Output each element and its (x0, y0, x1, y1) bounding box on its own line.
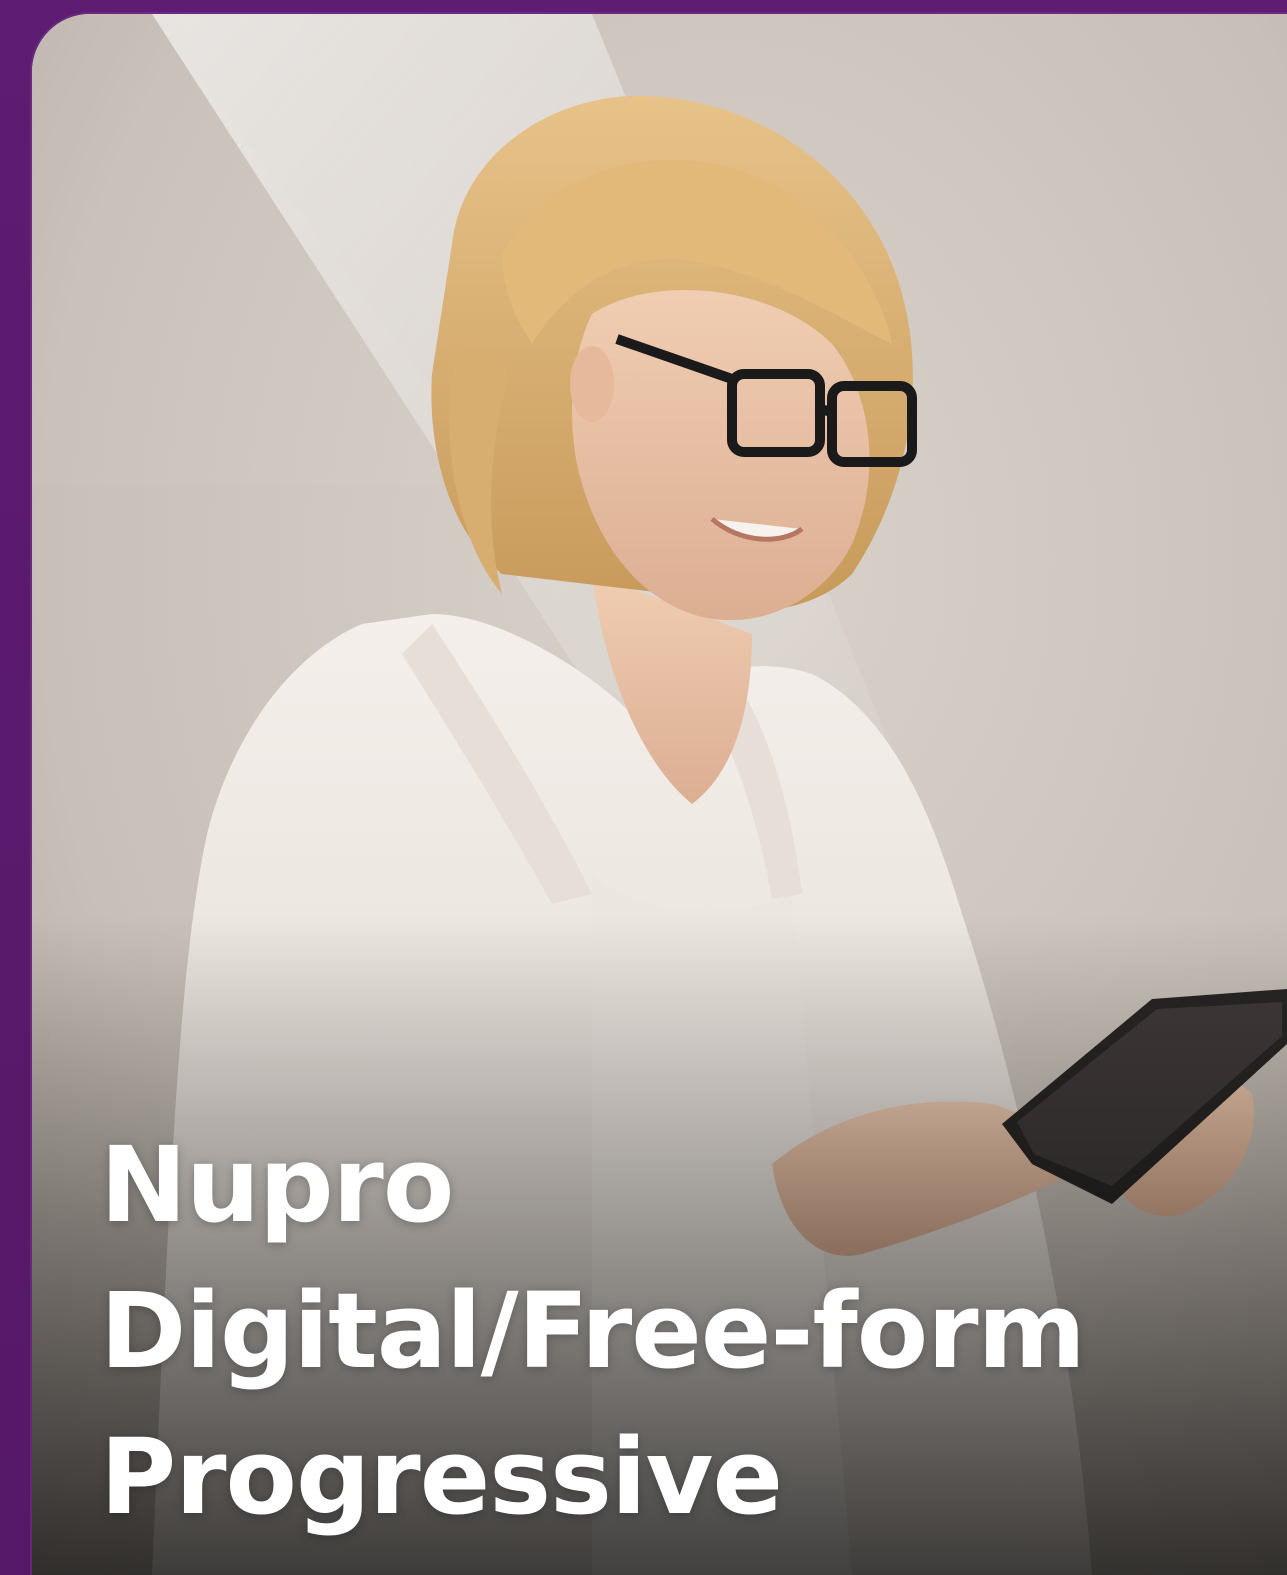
product-card[interactable]: Nupro Digital/Free-form Progressive (32, 14, 1287, 1575)
title-line-3: Progressive (100, 1416, 783, 1538)
title-line-2: Digital/Free-form (100, 1270, 1086, 1392)
title-line-1: Nupro (100, 1124, 454, 1246)
product-title: Nupro Digital/Free-form Progressive (100, 1112, 1200, 1550)
